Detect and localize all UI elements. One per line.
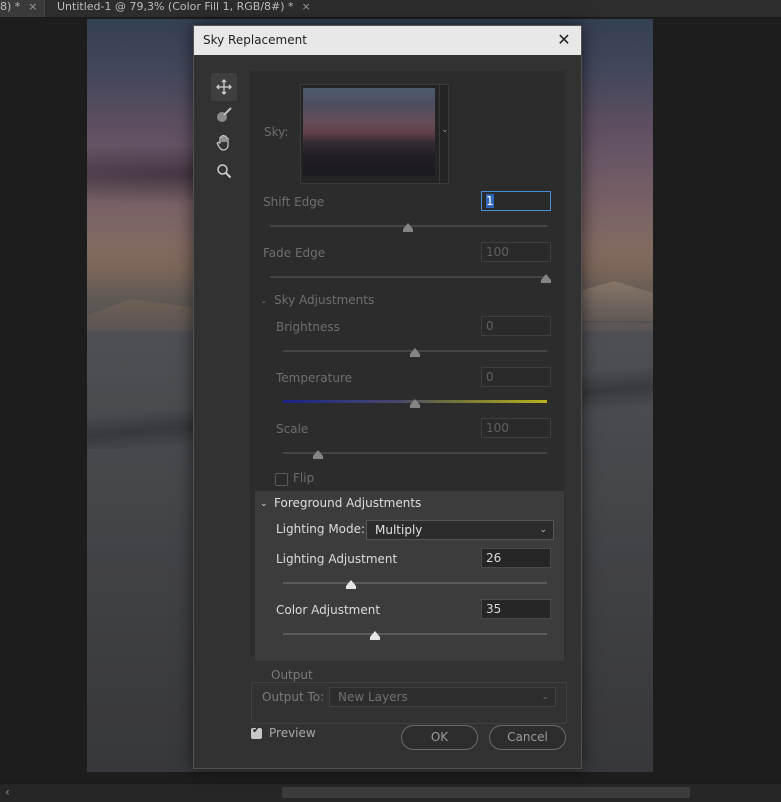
chevron-down-icon: ⌄ [260,499,268,509]
color-adjustment-slider-thumb[interactable] [370,631,380,640]
sky-replacement-dialog: Sky Replacement ✕ Sky: ⌄ Shift Edge 1 Fa… [193,25,582,769]
tab-close-icon[interactable]: × [302,0,311,13]
lighting-adjustment-label: Lighting Adjustment [276,552,398,566]
brightness-input[interactable]: 0 [481,316,551,336]
flip-checkbox[interactable] [275,473,288,486]
lighting-adjustment-slider-track[interactable] [283,582,547,584]
temperature-label: Temperature [276,371,353,385]
chevron-down-icon: ⌄ [441,125,449,135]
lighting-adjustment-input[interactable]: 26 [481,548,551,568]
lighting-adjustment-slider-thumb[interactable] [346,580,356,589]
chevron-down-icon: ⌄ [541,692,549,702]
scale-label: Scale [276,422,309,436]
sky-brush-icon[interactable] [211,101,237,129]
output-to-label: Output To: [262,690,325,704]
lighting-mode-label: Lighting Mode: [276,522,366,536]
scale-input[interactable]: 100 [481,418,551,438]
output-to-value: New Layers [338,690,408,704]
temperature-slider-thumb[interactable] [410,399,420,408]
chevron-down-icon: ⌄ [260,296,268,306]
scroll-left-icon[interactable]: ‹ [5,785,10,799]
tool-column [211,73,237,185]
shift-edge-label: Shift Edge [263,195,325,209]
foreground-adjustments-header[interactable]: ⌄ Foreground Adjustments [260,496,421,510]
sky-dropdown-button[interactable]: ⌄ [439,85,449,183]
tab-label: Untitled-1 @ 79,3% (Color Fill 1, RGB/8#… [57,0,294,13]
document-tab-untitled[interactable]: Untitled-1 @ 79,3% (Color Fill 1, RGB/8#… [44,0,319,17]
sky-thumbnail [303,88,435,176]
foreground-adjustments-panel [255,491,564,661]
fade-edge-input[interactable]: 100 [481,242,551,262]
output-section-title: Output [264,668,320,682]
preview-label: Preview [269,726,316,740]
tab-label: 8) * [0,0,21,13]
chevron-down-icon: ⌄ [539,525,547,535]
color-adjustment-slider-track[interactable] [283,633,547,635]
fade-edge-slider-track[interactable] [270,276,547,278]
scale-slider-thumb[interactable] [313,450,323,459]
color-adjustment-label: Color Adjustment [276,603,381,617]
sky-preset-picker[interactable]: ⌄ [300,84,449,184]
sky-adjustments-header[interactable]: ⌄ Sky Adjustments [260,293,374,307]
lighting-mode-select[interactable]: Multiply ⌄ [366,520,554,540]
output-to-select[interactable]: New Layers ⌄ [329,687,556,707]
checkmark-icon: ✔ [252,725,261,736]
move-tool-icon[interactable] [211,73,237,101]
ok-button[interactable]: OK [401,725,478,750]
document-tab-bar: 8) * × Untitled-1 @ 79,3% (Color Fill 1, … [0,0,781,18]
close-icon[interactable]: ✕ [553,29,575,51]
section-title: Sky Adjustments [274,293,375,307]
horizontal-scrollbar[interactable]: ‹ [0,783,781,802]
temperature-input[interactable]: 0 [481,367,551,387]
dialog-title: Sky Replacement [203,33,307,47]
preview-checkbox[interactable]: ✔ [251,725,262,739]
scrollbar-thumb[interactable] [282,787,690,798]
tab-close-icon[interactable]: × [28,0,37,13]
brightness-label: Brightness [276,320,340,334]
zoom-icon[interactable] [211,157,237,185]
brightness-slider-thumb[interactable] [410,348,420,357]
color-adjustment-input[interactable]: 35 [481,599,551,619]
section-title: Foreground Adjustments [274,496,422,510]
dialog-titlebar[interactable]: Sky Replacement ✕ [194,26,581,55]
shift-edge-input[interactable]: 1 [481,191,551,211]
document-tab[interactable]: 8) * × [0,0,44,17]
fade-edge-label: Fade Edge [263,246,326,260]
hand-icon[interactable] [211,129,237,157]
cancel-button[interactable]: Cancel [489,725,566,750]
fade-edge-slider-thumb[interactable] [541,274,551,283]
flip-label: Flip [293,471,315,485]
shift-edge-slider-thumb[interactable] [403,223,413,232]
sky-label: Sky: [264,125,289,139]
lighting-mode-value: Multiply [375,523,423,537]
